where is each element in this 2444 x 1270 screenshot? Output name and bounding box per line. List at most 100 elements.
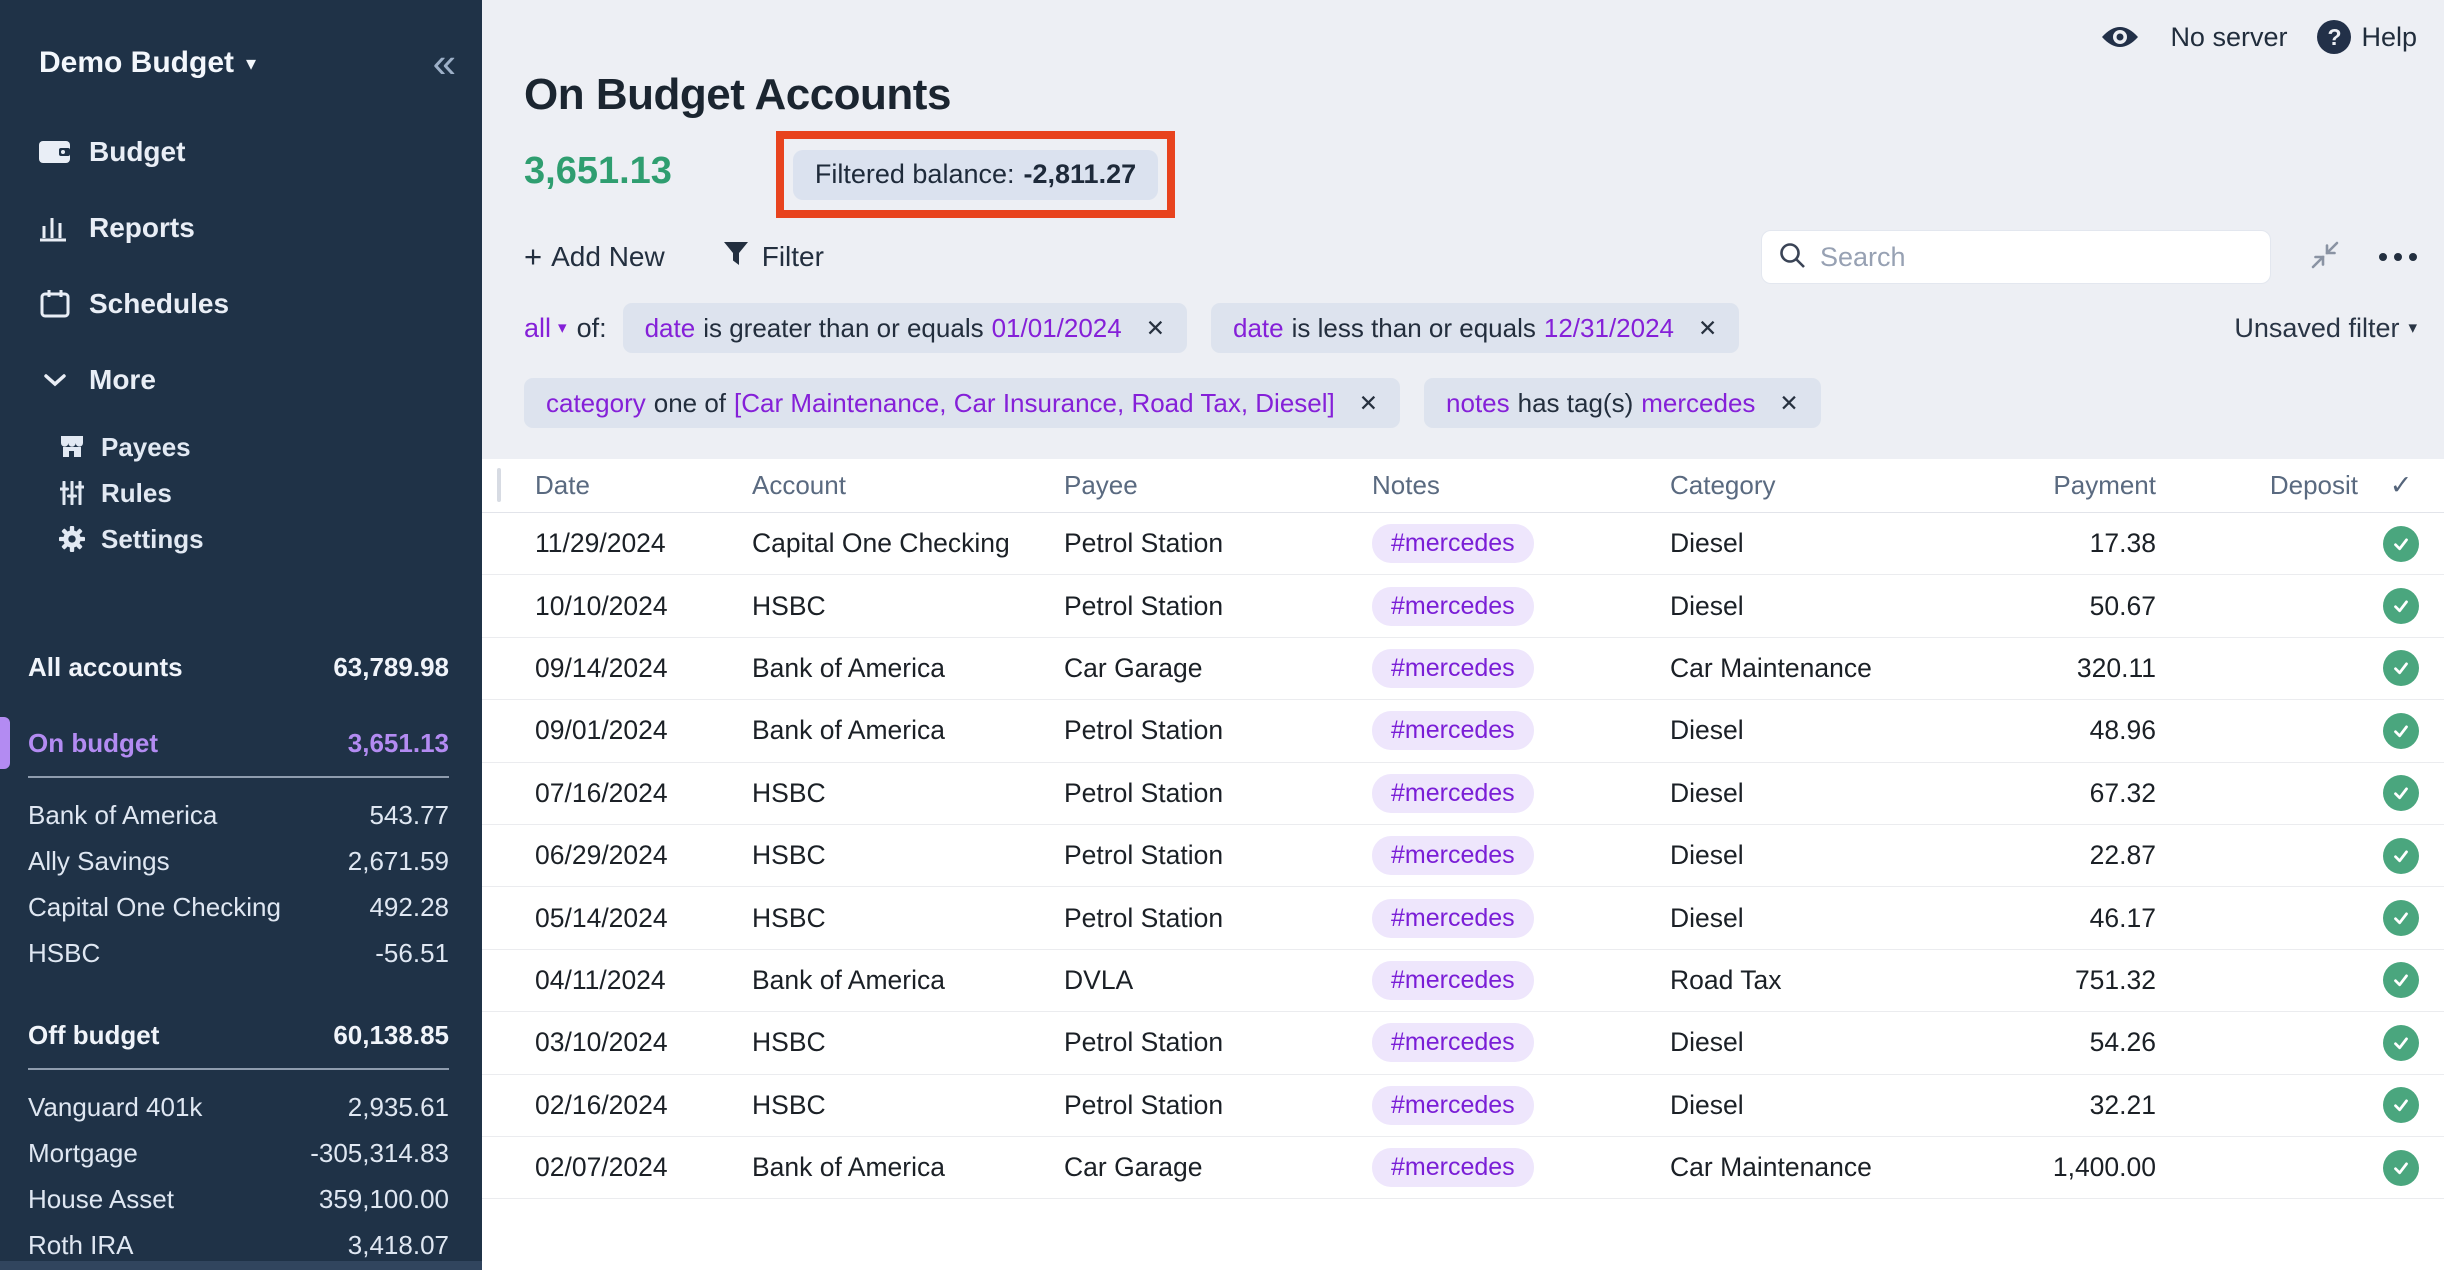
payment-cell[interactable]: 320.11 (1956, 653, 2156, 684)
date-cell[interactable]: 03/10/2024 (535, 1027, 752, 1058)
category-cell[interactable]: Diesel (1670, 840, 1956, 871)
privacy-eye-icon[interactable] (2100, 23, 2140, 51)
notes-cell[interactable]: #mercedes (1372, 774, 1670, 813)
payee-cell[interactable]: Petrol Station (1064, 840, 1372, 871)
sidebar-item-more[interactable]: More (0, 342, 482, 418)
notes-cell[interactable]: #mercedes (1372, 1148, 1670, 1187)
category-cell[interactable]: Diesel (1670, 903, 1956, 934)
payment-cell[interactable]: 32.21 (1956, 1090, 2156, 1121)
cleared-check-icon[interactable] (2383, 588, 2419, 624)
collapse-transactions-icon[interactable] (2307, 237, 2343, 278)
search-input[interactable] (1818, 241, 2254, 274)
sidebar-item-schedules[interactable]: Schedules (0, 266, 482, 342)
notes-cell[interactable]: #mercedes (1372, 524, 1670, 563)
date-cell[interactable]: 02/16/2024 (535, 1090, 752, 1121)
cleared-check-icon[interactable] (2383, 1087, 2419, 1123)
cleared-check-icon[interactable] (2383, 713, 2419, 749)
date-cell[interactable]: 10/10/2024 (535, 591, 752, 622)
account-row[interactable]: HSBC -56.51 (0, 930, 482, 976)
notes-cell[interactable]: #mercedes (1372, 1023, 1670, 1062)
category-cell[interactable]: Car Maintenance (1670, 653, 1956, 684)
table-row[interactable]: 06/29/2024 HSBC Petrol Station #mercedes… (482, 825, 2444, 887)
remove-condition-icon[interactable]: ✕ (1779, 390, 1798, 417)
account-cell[interactable]: Bank of America (752, 965, 1064, 996)
cleared-check-icon[interactable] (2383, 526, 2419, 562)
account-cell[interactable]: Bank of America (752, 715, 1064, 746)
table-row[interactable]: 09/01/2024 Bank of America Petrol Statio… (482, 700, 2444, 762)
remove-condition-icon[interactable]: ✕ (1146, 315, 1165, 342)
filter-condition-chip[interactable]: date is less than or equals 12/31/2024 ✕ (1211, 303, 1739, 353)
payment-cell[interactable]: 1,400.00 (1956, 1152, 2156, 1183)
filter-condition-chip[interactable]: date is greater than or equals 01/01/202… (623, 303, 1187, 353)
account-cell[interactable]: HSBC (752, 903, 1064, 934)
account-cell[interactable]: HSBC (752, 591, 1064, 622)
date-cell[interactable]: 09/14/2024 (535, 653, 752, 684)
table-row[interactable]: 03/10/2024 HSBC Petrol Station #mercedes… (482, 1012, 2444, 1074)
account-row[interactable]: Mortgage -305,314.83 (0, 1130, 482, 1176)
category-cell[interactable]: Diesel (1670, 591, 1956, 622)
on-budget-row[interactable]: On budget 3,651.13 (0, 720, 482, 766)
date-cell[interactable]: 04/11/2024 (535, 965, 752, 996)
notes-cell[interactable]: #mercedes (1372, 1086, 1670, 1125)
category-cell[interactable]: Car Maintenance (1670, 1152, 1956, 1183)
table-row[interactable]: 10/10/2024 HSBC Petrol Station #mercedes… (482, 575, 2444, 637)
cleared-check-icon[interactable] (2383, 650, 2419, 686)
account-cell[interactable]: HSBC (752, 778, 1064, 809)
notes-cell[interactable]: #mercedes (1372, 711, 1670, 750)
payment-cell[interactable]: 67.32 (1956, 778, 2156, 809)
table-row[interactable]: 09/14/2024 Bank of America Car Garage #m… (482, 638, 2444, 700)
table-row[interactable]: 05/14/2024 HSBC Petrol Station #mercedes… (482, 887, 2444, 949)
payee-cell[interactable]: Petrol Station (1064, 1027, 1372, 1058)
sidebar-item-rules[interactable]: Rules (0, 470, 482, 516)
account-cell[interactable]: HSBC (752, 1090, 1064, 1121)
account-cell[interactable]: Capital One Checking (752, 528, 1064, 559)
payee-cell[interactable]: DVLA (1064, 965, 1372, 996)
table-row[interactable]: 04/11/2024 Bank of America DVLA #mercede… (482, 950, 2444, 1012)
cleared-check-icon[interactable] (2383, 775, 2419, 811)
account-row[interactable]: Ally Savings 2,671.59 (0, 838, 482, 884)
account-cell[interactable]: HSBC (752, 840, 1064, 871)
cleared-check-icon[interactable] (2383, 1025, 2419, 1061)
payment-cell[interactable]: 22.87 (1956, 840, 2156, 871)
sidebar-collapse-icon[interactable]: « (433, 48, 456, 78)
payee-cell[interactable]: Car Garage (1064, 653, 1372, 684)
date-cell[interactable]: 09/01/2024 (535, 715, 752, 746)
category-cell[interactable]: Diesel (1670, 528, 1956, 559)
date-cell[interactable]: 05/14/2024 (535, 903, 752, 934)
payee-cell[interactable]: Petrol Station (1064, 528, 1372, 559)
category-cell[interactable]: Diesel (1670, 778, 1956, 809)
payee-cell[interactable]: Petrol Station (1064, 1090, 1372, 1121)
account-row[interactable]: Capital One Checking 492.28 (0, 884, 482, 930)
notes-cell[interactable]: #mercedes (1372, 899, 1670, 938)
remove-condition-icon[interactable]: ✕ (1698, 315, 1717, 342)
payee-cell[interactable]: Petrol Station (1064, 591, 1372, 622)
cleared-check-icon[interactable] (2383, 962, 2419, 998)
payment-cell[interactable]: 50.67 (1956, 591, 2156, 622)
date-cell[interactable]: 11/29/2024 (535, 528, 752, 559)
conjunction-select[interactable]: all ▾ (524, 313, 567, 344)
sidebar-item-settings[interactable]: Settings (0, 516, 482, 562)
sidebar-item-reports[interactable]: Reports (0, 190, 482, 266)
all-accounts-row[interactable]: All accounts 63,789.98 (0, 644, 482, 690)
payee-cell[interactable]: Car Garage (1064, 1152, 1372, 1183)
date-cell[interactable]: 02/07/2024 (535, 1152, 752, 1183)
more-menu-icon[interactable] (2379, 253, 2417, 261)
sidebar-item-payees[interactable]: Payees (0, 424, 482, 470)
date-cell[interactable]: 06/29/2024 (535, 840, 752, 871)
notes-cell[interactable]: #mercedes (1372, 961, 1670, 1000)
select-all-checkbox[interactable] (497, 468, 501, 502)
payment-cell[interactable]: 17.38 (1956, 528, 2156, 559)
add-new-button[interactable]: + Add New (524, 239, 665, 275)
payment-cell[interactable]: 751.32 (1956, 965, 2156, 996)
table-row[interactable]: 02/07/2024 Bank of America Car Garage #m… (482, 1137, 2444, 1199)
category-cell[interactable]: Road Tax (1670, 965, 1956, 996)
remove-condition-icon[interactable]: ✕ (1359, 390, 1378, 417)
account-row[interactable]: Bank of America 543.77 (0, 792, 482, 838)
date-cell[interactable]: 07/16/2024 (535, 778, 752, 809)
cleared-check-icon[interactable] (2383, 838, 2419, 874)
account-cell[interactable]: HSBC (752, 1027, 1064, 1058)
search-box[interactable] (1761, 230, 2271, 284)
sidebar-item-budget[interactable]: Budget (0, 114, 482, 190)
notes-cell[interactable]: #mercedes (1372, 649, 1670, 688)
notes-cell[interactable]: #mercedes (1372, 836, 1670, 875)
